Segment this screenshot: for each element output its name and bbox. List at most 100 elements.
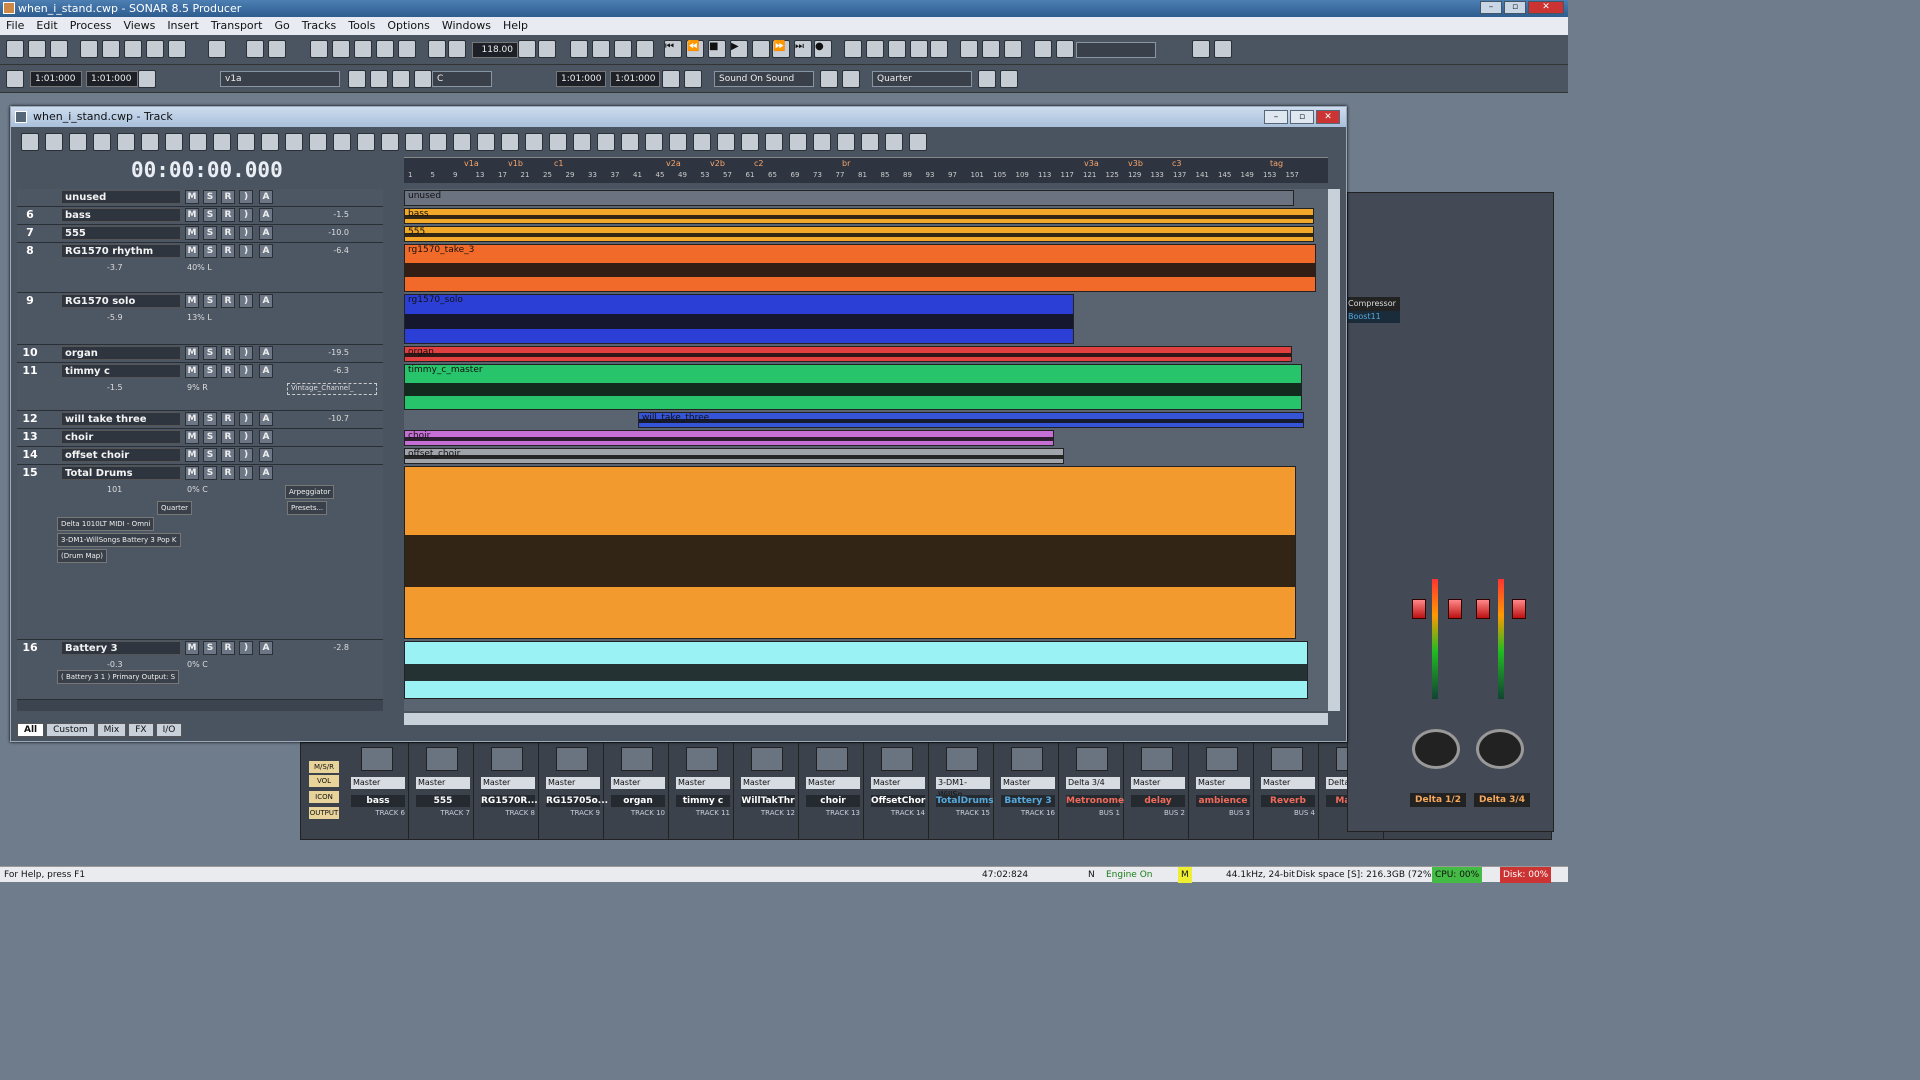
mute-button[interactable]: M bbox=[185, 430, 199, 444]
track-volume[interactable]: -6.3 bbox=[317, 364, 349, 378]
rewind-icon[interactable]: ⏪ bbox=[686, 40, 704, 58]
cut-icon[interactable] bbox=[80, 40, 98, 58]
solo-button[interactable]: S bbox=[203, 190, 217, 204]
track-volume[interactable]: -10.7 bbox=[317, 412, 349, 426]
mute-button[interactable]: M bbox=[185, 294, 199, 308]
track-header[interactable]: 7 555 M S R ) A -10.0 bbox=[17, 225, 383, 243]
clips-pane[interactable]: unused bass 555 rg1570_take_3 rg1570_soloorg… bbox=[404, 189, 1328, 711]
track-tool-icon[interactable] bbox=[861, 133, 879, 151]
track-volume[interactable]: -2.8 bbox=[317, 641, 349, 655]
track-name[interactable]: RG1570 rhythm bbox=[61, 244, 181, 258]
clip[interactable]: rg1570_solo bbox=[404, 294, 1074, 344]
menu-go[interactable]: Go bbox=[269, 17, 296, 35]
fx-plugin[interactable]: Vintage_Channel_ bbox=[287, 383, 377, 395]
console-strip[interactable]: Master OffsetChor TRACK 14 bbox=[867, 743, 929, 839]
punch-icon[interactable] bbox=[570, 40, 588, 58]
console-strip[interactable]: Master 555 TRACK 7 bbox=[412, 743, 474, 839]
fader-handle[interactable] bbox=[1512, 599, 1526, 619]
copy-icon[interactable] bbox=[102, 40, 120, 58]
strip-output[interactable]: Master bbox=[1001, 777, 1055, 789]
mute-button[interactable]: M bbox=[185, 208, 199, 222]
marker-add-icon[interactable] bbox=[392, 70, 410, 88]
track-tool-icon[interactable] bbox=[501, 133, 519, 151]
sub-volume[interactable]: -5.9 bbox=[107, 313, 123, 322]
ruler-marker[interactable]: c3 bbox=[1172, 159, 1182, 168]
track-tool-icon[interactable] bbox=[309, 133, 327, 151]
go-to-end-icon[interactable]: ⏭ bbox=[794, 40, 812, 58]
track-tool-icon[interactable] bbox=[261, 133, 279, 151]
track-tool-icon[interactable] bbox=[333, 133, 351, 151]
track-tool-icon[interactable] bbox=[285, 133, 303, 151]
track-tool-icon[interactable] bbox=[909, 133, 927, 151]
clip[interactable]: timmy_c_master bbox=[404, 364, 1302, 410]
clip[interactable]: bass bbox=[404, 208, 1314, 224]
vertical-scrollbar[interactable] bbox=[1328, 189, 1340, 711]
track-header[interactable]: 13 choir M S R ) A bbox=[17, 429, 383, 447]
track-tool-icon[interactable] bbox=[741, 133, 759, 151]
fader-handle[interactable] bbox=[1448, 599, 1462, 619]
menu-tools[interactable]: Tools bbox=[342, 17, 381, 35]
strip-output[interactable]: Master bbox=[546, 777, 600, 789]
solo-button[interactable]: S bbox=[203, 641, 217, 655]
track-tool-icon[interactable] bbox=[117, 133, 135, 151]
sub-volume[interactable]: -1.5 bbox=[107, 383, 123, 392]
redo-icon[interactable] bbox=[168, 40, 186, 58]
selection-from-field[interactable]: 1:01:000 bbox=[556, 71, 606, 87]
time-options-icon[interactable] bbox=[138, 70, 156, 88]
ruler-marker[interactable]: c1 bbox=[554, 159, 564, 168]
tab-io[interactable]: I/O bbox=[155, 723, 183, 737]
menu-insert[interactable]: Insert bbox=[161, 17, 205, 35]
console-strip[interactable]: Master delay BUS 2 bbox=[1127, 743, 1189, 839]
archive-button[interactable]: A bbox=[259, 226, 273, 240]
track-tool-icon[interactable] bbox=[477, 133, 495, 151]
mute-button[interactable]: M bbox=[185, 448, 199, 462]
menu-file[interactable]: File bbox=[0, 17, 30, 35]
track-name[interactable]: Total Drums bbox=[61, 466, 181, 480]
input-echo-button[interactable]: ) bbox=[239, 346, 253, 360]
archive-button[interactable]: A bbox=[259, 448, 273, 462]
mute-button[interactable]: M bbox=[185, 641, 199, 655]
track-output[interactable]: 3-DM1-WillSongs Battery 3 Pop K bbox=[57, 533, 181, 547]
console-strip[interactable]: Master WillTakThr TRACK 12 bbox=[737, 743, 799, 839]
track-header[interactable]: 16 Battery 3 M S R ) A -2.8 -0.3 0% C ( Bat… bbox=[17, 640, 383, 700]
save-icon[interactable] bbox=[50, 40, 68, 58]
track-tool-icon[interactable] bbox=[597, 133, 615, 151]
strip-output[interactable]: Master bbox=[676, 777, 730, 789]
track-tool-icon[interactable] bbox=[549, 133, 567, 151]
track-name[interactable]: 555 bbox=[61, 226, 181, 240]
ruler-marker[interactable]: v2b bbox=[710, 159, 725, 168]
solo-button[interactable]: S bbox=[203, 244, 217, 258]
solo-exclusive-icon[interactable] bbox=[910, 40, 928, 58]
track-volume[interactable]: -1.5 bbox=[317, 208, 349, 222]
track-header[interactable]: 8 RG1570 rhythm M S R ) A -6.4 -3.7 40% L bbox=[17, 243, 383, 293]
sub-volume[interactable]: 101 bbox=[107, 485, 122, 494]
archive-button[interactable]: A bbox=[259, 294, 273, 308]
track-tool-icon[interactable] bbox=[573, 133, 591, 151]
ruler-marker[interactable]: v1a bbox=[464, 159, 479, 168]
strip-name[interactable]: bass bbox=[351, 795, 405, 807]
tab-custom[interactable]: Custom bbox=[46, 723, 95, 737]
track-header[interactable]: 15 Total Drums M S R ) A 101 0% C Delta 10… bbox=[17, 465, 383, 640]
track-quarter[interactable]: Quarter bbox=[157, 501, 193, 515]
snap-icon[interactable] bbox=[930, 40, 948, 58]
marker-prev-icon[interactable] bbox=[348, 70, 366, 88]
tab-mix[interactable]: Mix bbox=[96, 723, 127, 737]
track-tool-icon[interactable] bbox=[213, 133, 231, 151]
sub-volume[interactable]: -3.7 bbox=[107, 263, 123, 272]
output-delta-12[interactable]: Delta 1/2 bbox=[1410, 793, 1466, 807]
track-name[interactable]: will take three bbox=[61, 412, 181, 426]
icon-button[interactable]: ICON bbox=[309, 791, 339, 803]
strip-name[interactable]: organ bbox=[611, 795, 665, 807]
console-strip[interactable]: Master RG1570R... TRACK 8 bbox=[477, 743, 539, 839]
archive-button[interactable]: A bbox=[259, 412, 273, 426]
menu-edit[interactable]: Edit bbox=[30, 17, 63, 35]
marker-dropdown[interactable]: v1a bbox=[220, 71, 340, 87]
solo-button[interactable]: S bbox=[203, 448, 217, 462]
strip-output[interactable]: Master bbox=[741, 777, 795, 789]
archive-button[interactable]: A bbox=[259, 430, 273, 444]
track-name[interactable]: organ bbox=[61, 346, 181, 360]
record-arm-button[interactable]: R bbox=[221, 641, 235, 655]
track-tool-icon[interactable] bbox=[645, 133, 663, 151]
archive-button[interactable]: A bbox=[259, 466, 273, 480]
track-tool-icon[interactable] bbox=[837, 133, 855, 151]
